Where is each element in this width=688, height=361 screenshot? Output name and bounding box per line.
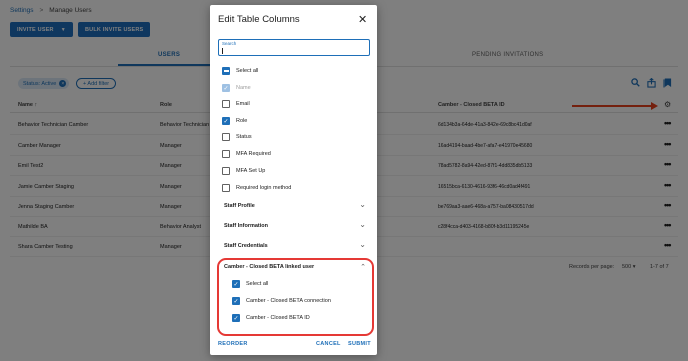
checkbox-icon[interactable] [222,133,230,141]
section-staff-credentials[interactable]: Staff Credentials ⌄ [218,240,370,253]
checkbox-icon[interactable] [222,184,230,192]
column-search-input[interactable]: Search [218,39,370,56]
section-label: Staff Credentials [224,243,268,249]
option-mfa-required[interactable]: MFA Required [222,148,271,160]
chevron-down-icon[interactable]: ⌄ [359,240,366,249]
option-label: Name [236,85,251,91]
section-camber-beta-linked-user[interactable]: Camber - Closed BETA linked user ⌃ [218,262,370,274]
option-name: ✓ Name [222,82,251,94]
search-field-label: Search [222,41,237,46]
checkbox-icon[interactable] [222,100,230,108]
reorder-button[interactable]: REORDER [218,341,248,347]
option-label: Email [236,101,250,107]
cancel-button[interactable]: CANCEL [316,341,341,347]
checkbox-checked-icon[interactable]: ✓ [232,297,240,305]
option-select-all[interactable]: Select all [222,65,258,77]
option-label: MFA Required [236,151,271,157]
checkbox-checked-icon[interactable]: ✓ [232,314,240,322]
section-label: Camber - Closed BETA linked user [224,264,315,270]
section-staff-profile[interactable]: Staff Profile ⌄ [218,200,370,213]
checkbox-indeterminate-icon[interactable] [222,67,230,75]
linked-option-select-all[interactable]: ✓ Select all [232,278,268,290]
edit-table-columns-dialog: Edit Table Columns ✕ Search Select all ✓… [210,5,377,355]
option-label: Camber - Closed BETA connection [246,298,331,304]
option-email[interactable]: Email [222,98,250,110]
checkbox-checked-icon: ✓ [222,84,230,92]
checkbox-icon[interactable] [222,150,230,158]
close-icon[interactable]: ✕ [358,13,367,26]
checkbox-checked-icon[interactable]: ✓ [232,280,240,288]
option-label: Select all [236,68,259,74]
section-label: Staff Profile [224,203,255,209]
chevron-down-icon[interactable]: ⌄ [359,200,366,209]
text-cursor [222,48,223,54]
option-role[interactable]: ✓ Role [222,115,247,127]
option-label: Role [236,118,248,124]
option-label: Status [236,134,252,140]
dialog-title: Edit Table Columns [218,14,300,25]
linked-option-beta-id[interactable]: ✓ Camber - Closed BETA ID [232,312,310,324]
option-required-login-method[interactable]: Required login method [222,182,291,194]
checkbox-icon[interactable] [222,167,230,175]
section-label: Staff Information [224,223,268,229]
section-staff-information[interactable]: Staff Information ⌄ [218,220,370,233]
checkbox-checked-icon[interactable]: ✓ [222,117,230,125]
linked-option-beta-connection[interactable]: ✓ Camber - Closed BETA connection [232,295,331,307]
option-label: Select all [246,281,269,287]
option-label: Required login method [236,185,292,191]
option-status[interactable]: Status [222,131,252,143]
chevron-down-icon[interactable]: ⌄ [359,220,366,229]
chevron-up-icon[interactable]: ⌃ [360,263,366,271]
option-label: Camber - Closed BETA ID [246,315,310,321]
option-label: MFA Set Up [236,168,266,174]
submit-button[interactable]: SUBMIT [348,341,371,347]
option-mfa-set-up[interactable]: MFA Set Up [222,165,265,177]
